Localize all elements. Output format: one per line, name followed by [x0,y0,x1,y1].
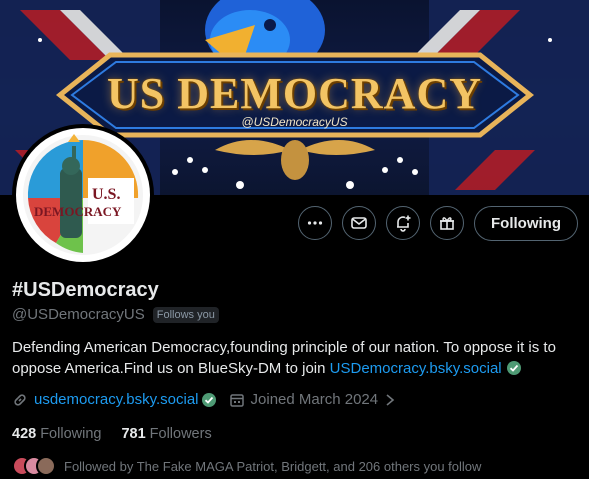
bio: Defending American Democracy,founding pr… [12,337,580,379]
followed-by-text: Followed by The Fake MAGA Patriot, Bridg… [64,458,482,474]
subscribe-button[interactable] [430,206,464,240]
username: @USDemocracyUS [12,306,145,323]
following-stat[interactable]: 428 Following [12,426,101,442]
website-link[interactable]: usdemocracy.bsky.social [34,391,199,408]
website-item[interactable]: usdemocracy.bsky.social [12,391,217,408]
followers-stat[interactable]: 781 Followers [121,426,211,442]
more-button[interactable] [298,206,332,240]
envelope-icon [351,217,367,229]
statue-of-liberty-icon [23,134,143,255]
gift-icon [440,217,454,230]
profile-meta: usdemocracy.bsky.social Joined March 202… [12,391,396,408]
verified-check-icon [506,361,521,375]
handle-row: @USDemocracyUS Follows you [12,306,219,323]
avatar-text-us: U.S. [92,186,121,203]
following-button[interactable]: Following [474,206,578,241]
followers-count: 781 [121,426,146,442]
chevron-right-icon [386,393,395,406]
avatar-text-democracy: DEMOCRACY [34,204,122,219]
calendar-icon [229,393,244,407]
more-horizontal-icon [307,221,323,225]
avatar-image: U.S. DEMOCRACY [16,128,150,262]
notify-button[interactable] [386,206,420,240]
verified-check-icon [201,392,216,407]
followed-by-row[interactable]: Followed by The Fake MAGA Patriot, Bridg… [12,456,481,476]
follower-avatars [12,456,56,476]
joined-date: Joined March 2024 [250,391,379,408]
followers-label: Followers [149,426,212,442]
banner-title: US DEMOCRACY [107,69,482,118]
following-count: 428 [12,426,37,442]
display-name: #USDemocracy [12,279,159,301]
bell-plus-icon [397,215,411,232]
link-icon [14,393,26,406]
joined-item[interactable]: Joined March 2024 [229,391,397,408]
avatar [36,456,56,476]
avatar[interactable]: U.S. DEMOCRACY [12,124,154,266]
follows-you-badge: Follows you [152,306,219,323]
message-button[interactable] [342,206,376,240]
following-label: Following [40,426,102,442]
bio-link[interactable]: USDemocracy.bsky.social [330,360,502,377]
follow-stats: 428 Following 781 Followers [12,426,212,442]
